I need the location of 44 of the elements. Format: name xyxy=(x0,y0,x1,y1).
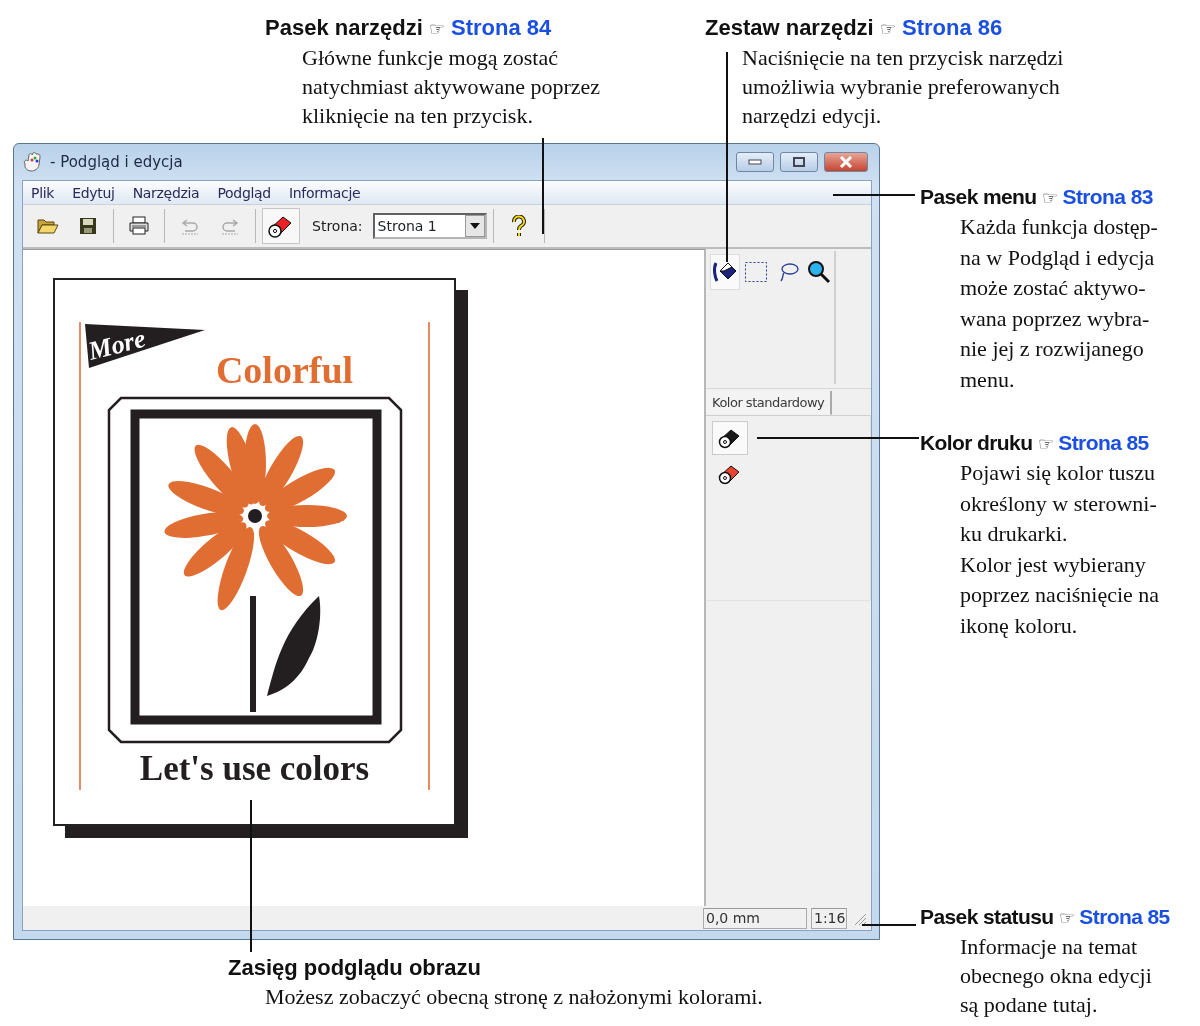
maximize-icon xyxy=(792,156,806,168)
callout-description: Pojawi się kolor tuszu określony w sterowni- ku drukarki. Kolor jest wybierany poprzez naciśnięcie na ikonę koloru. xyxy=(960,459,1161,640)
menu-item[interactable]: Informacje xyxy=(288,184,361,201)
caret-icon xyxy=(469,223,480,229)
ink-roll-icon xyxy=(268,214,294,238)
headline-text: Colorful xyxy=(215,350,354,390)
menu-item[interactable]: Plik xyxy=(31,184,55,201)
callout-title: Zestaw narzędzi ☞ Strona 86 xyxy=(705,14,1004,42)
status-position: 0,0 mm xyxy=(703,907,807,929)
callout-title: Kolor druku ☞ Strona 85 xyxy=(920,430,1150,456)
maximize-button[interactable] xyxy=(780,152,818,172)
page-dropdown[interactable]: Strona 1 xyxy=(372,213,487,239)
minimize-icon xyxy=(748,159,762,165)
callout-title: Zasięg podglądu obrazu xyxy=(228,954,482,982)
ink-roll-button[interactable] xyxy=(262,208,300,244)
paint-bucket-tool[interactable] xyxy=(710,254,740,290)
callout-description: Każda funkcja dostęp- na w Podgląd i edycja może zostać aktywo- wana poprzez wybra- nie jej z rozwijanego menu. xyxy=(960,213,1159,394)
redo-arrow-icon xyxy=(219,217,241,235)
dotted-rectangle-icon xyxy=(744,261,769,283)
status-scale: 1:16 xyxy=(811,907,847,929)
callout-description: Naciśnięcie na ten przycisk narzędzi umożliwia wybranie preferowanych narzędzi edycji. xyxy=(742,44,1064,130)
callout-title: Pasek narzędzi ☞ Strona 84 xyxy=(265,14,553,42)
undo-arrow-icon xyxy=(179,217,201,235)
callout-description: Główne funkcje mogą zostać natychmiast aktywowane poprzez kliknięcie na ten przycisk. xyxy=(302,44,602,130)
leader-line xyxy=(862,924,916,926)
question-mark-icon xyxy=(510,215,527,237)
search-icon xyxy=(807,260,832,284)
callout-title: Pasek statusu ☞ Strona 85 xyxy=(920,904,1171,930)
printer-icon xyxy=(128,216,150,236)
menu-item[interactable]: Podgląd xyxy=(217,184,271,201)
ink-color-button[interactable] xyxy=(712,421,748,455)
folder-icon xyxy=(37,217,59,235)
callout-description: Możesz zobaczyć obecną stronę z nałożonymi kolorami. xyxy=(265,983,764,1011)
menu-item[interactable]: Edytuj xyxy=(72,184,115,201)
field-label: Strona: xyxy=(312,218,363,234)
window-title: - Podgląd i edycja xyxy=(50,153,183,171)
minimize-button[interactable] xyxy=(736,152,774,172)
hand-icon xyxy=(22,152,44,172)
close-icon xyxy=(839,156,853,168)
menu-item[interactable]: Narzędzia xyxy=(132,184,200,201)
caption-text: Let's use colors xyxy=(139,750,370,788)
close-button[interactable] xyxy=(824,152,868,172)
callout-description: Informacje na temat obecnego okna edycji są podane tutaj. xyxy=(960,933,1153,1019)
callout-title: Pasek menu ☞ Strona 83 xyxy=(920,184,1154,210)
